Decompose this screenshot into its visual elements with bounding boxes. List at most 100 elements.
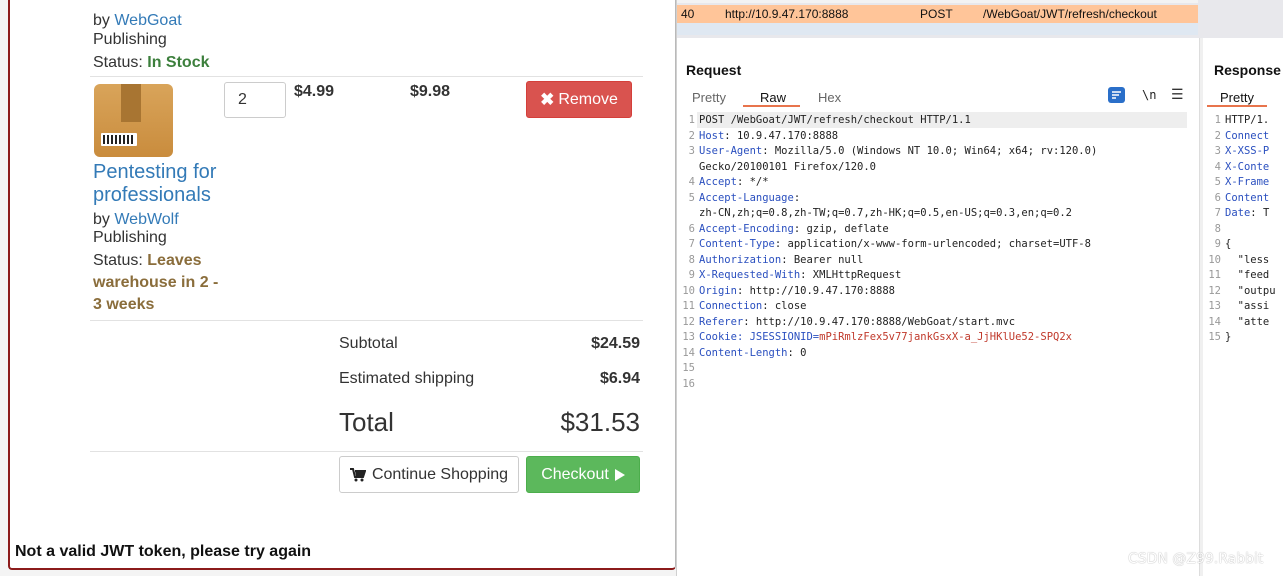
publisher-link-line1[interactable]: WebGoat (114, 12, 181, 29)
header-name: Accept (699, 176, 737, 188)
menu-icon[interactable]: ☰ (1171, 86, 1184, 103)
line-number: 6 (688, 222, 695, 235)
code-line: 6 Accept-Encoding: gzip, deflate (677, 221, 889, 237)
history-url: /WebGoat/JWT/refresh/checkout (983, 7, 1157, 21)
header-name: User-Agent (699, 145, 763, 157)
tab-hex[interactable]: Hex (818, 90, 841, 105)
line-number: 13 (1208, 300, 1221, 312)
line-number: 16 (682, 377, 695, 390)
code-line: 6 Content (1203, 190, 1270, 206)
item1-publisher: by WebGoat (93, 11, 182, 30)
checkout-label: Checkout (541, 465, 609, 483)
code-line: 9{ (1203, 236, 1232, 252)
subtotal-value: $24.59 (591, 335, 640, 352)
tab-pretty-response[interactable]: Pretty (1220, 90, 1254, 105)
cookie-value: mPiRmlzFex5v77jankGsxX-a_JjHKlUe52-SPQ2x (819, 331, 1072, 343)
header-value: "less (1225, 253, 1270, 266)
code-line: 7 Date: T (1203, 205, 1270, 221)
request-editor[interactable]: 1 POST /WebGoat/JWT/refresh/checkout HTTP… (677, 112, 1199, 576)
line-number: 8 (1214, 222, 1221, 235)
continue-shopping-label: Continue Shopping (371, 465, 509, 483)
quantity-input[interactable] (224, 82, 286, 118)
tab-pretty[interactable]: Pretty (692, 90, 726, 105)
header-name: Connect (1225, 129, 1270, 142)
code-line: 13 Cookie: JSESSIONID=mPiRmlzFex5v77jankG… (677, 329, 1072, 345)
header-name: Host (699, 129, 725, 142)
code-line: 5 Accept-Language: (677, 190, 800, 206)
shipping-value: $6.94 (599, 370, 640, 387)
product-title-line2[interactable]: professionals (93, 184, 211, 207)
status-leaves-line1: Leaves (147, 252, 202, 269)
header-value: : */* (736, 176, 769, 188)
product-image[interactable] (94, 84, 173, 157)
play-icon (614, 468, 625, 481)
line-number: 13 (682, 331, 695, 343)
header-value: : application/x-www-form-urlencoded; cha… (774, 238, 1091, 250)
status-label: Status: (93, 54, 143, 71)
line-number: 4 (1214, 160, 1221, 173)
line-number: 12 (682, 315, 695, 328)
header-value: Gecko/20100101 Firefox/120.0 (699, 160, 877, 173)
status-leaves-line2: warehouse in 2 - (93, 274, 219, 291)
active-tab-underline (1207, 105, 1267, 107)
header-value: : Mozilla/5.0 (Windows NT 10.0; Win64; x… (762, 145, 1098, 157)
box-ribbon-shape (121, 84, 141, 122)
publisher-link-line2[interactable]: Publishing (93, 228, 167, 247)
line-total: $9.98 (410, 83, 451, 100)
item1-status: Status: In Stock (93, 52, 210, 74)
publisher-link-line2[interactable]: Publishing (93, 30, 167, 49)
header-value: HTTP/1. (1225, 114, 1270, 126)
header-value: : XMLHttpRequest (800, 269, 902, 281)
request-title: Request (686, 62, 742, 78)
subtotal-label: Subtotal (339, 335, 398, 352)
history-row-prev (677, 0, 1198, 3)
header-value: "atte (1225, 315, 1270, 328)
header-name: Origin (699, 284, 737, 297)
header-name: Content-Length (699, 346, 788, 359)
response-editor[interactable]: 1 HTTP/1. 2 Connect 3 X-XSS-P 4 X-Conte 5 X-Frame… (1203, 112, 1283, 576)
line-number: 8 (688, 253, 695, 266)
history-row-selected[interactable]: 40 http://10.9.47.170:8888 POST /WebGoat… (677, 5, 1198, 23)
line-number: 15 (682, 362, 695, 374)
line-number: 12 (1208, 284, 1221, 297)
item2-publisher: by WebWolf (93, 210, 179, 229)
publisher-link-line1[interactable]: WebWolf (114, 211, 178, 228)
code-line: 4 Accept: */* (677, 174, 769, 190)
newline-toggle[interactable]: \n (1142, 88, 1156, 102)
header-value: : 10.9.47.170:8888 (724, 129, 839, 142)
by-prefix: by (93, 211, 110, 228)
line-number: 3 (1214, 145, 1221, 157)
header-value: POST /WebGoat/JWT/refresh/checkout HTTP/… (699, 114, 971, 126)
remove-button[interactable]: ✖ Remove (526, 81, 632, 118)
code-line: 3 User-Agent: Mozilla/5.0 (Windows NT 10.… (677, 143, 1098, 159)
tab-raw[interactable]: Raw (760, 90, 786, 105)
header-name: X-XSS-P (1225, 145, 1270, 157)
header-value: : 0 (787, 346, 807, 359)
code-line: zh-CN,zh;q=0.8,zh-TW;q=0.7,zh-HK;q=0.5,e… (677, 205, 1072, 221)
code-line: 11 Connection: close (677, 298, 806, 314)
header-value: : http://10.9.47.170:8888/WebGoat/start.… (743, 315, 1016, 328)
header-name: X-Requested-With (699, 269, 801, 281)
header-name: Date (1225, 207, 1251, 219)
pretty-print-toggle-icon[interactable] (1108, 87, 1125, 103)
code-line: 1 POST /WebGoat/JWT/refresh/checkout HTTP… (677, 112, 971, 128)
header-value: : http://10.9.47.170:8888 (736, 284, 895, 297)
remove-label: Remove (558, 90, 618, 108)
item2-status: Status: Leaves (93, 250, 202, 272)
header-value: : T (1250, 207, 1270, 219)
header-name: Connection (699, 300, 763, 312)
continue-shopping-button[interactable]: Continue Shopping (339, 456, 519, 493)
status-leaves-line3: 3 weeks (93, 296, 155, 313)
barcode-icon (101, 133, 137, 146)
code-line: 14 Content-Length: 0 (677, 345, 806, 361)
status-in-stock: In Stock (147, 54, 210, 71)
product-title-line1[interactable]: Pentesting for (93, 161, 216, 184)
checkout-button[interactable]: Checkout (526, 456, 640, 493)
close-icon: ✖ (540, 89, 555, 109)
code-line: 14 "atte (1203, 314, 1269, 330)
header-name: Cookie (699, 331, 737, 343)
header-name: Authorization (699, 253, 782, 266)
response-title: Response (1214, 62, 1281, 78)
shipping-label: Estimated shipping (339, 370, 475, 387)
line-number: 11 (682, 300, 695, 312)
